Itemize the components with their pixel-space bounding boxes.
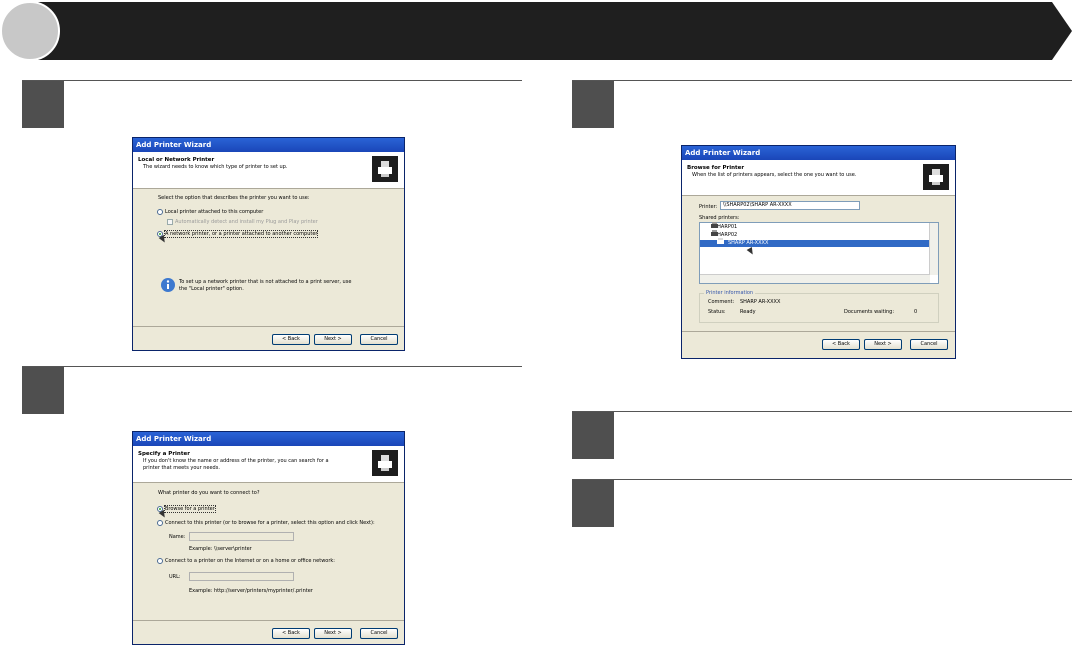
step-divider-4 [572, 411, 1072, 412]
next-button[interactable]: Next > [314, 334, 352, 345]
back-button[interactable]: < Back [272, 334, 310, 345]
button-separator [133, 326, 404, 327]
wizard-dialog-specify-printer: Add Printer Wizard Specify a Printer If … [132, 431, 405, 645]
comment-value: SHARP AR-XXXX [740, 299, 781, 305]
local-printer-label[interactable]: Local printer attached to this computer [165, 209, 263, 215]
connect-label[interactable]: Connect to this printer (or to browse fo… [165, 520, 375, 526]
printer-icon [711, 222, 718, 228]
status-value: Ready [740, 309, 756, 315]
local-printer-radio[interactable] [157, 209, 163, 215]
header-title: Specify a Printer [138, 451, 190, 457]
step-marker-2 [22, 367, 64, 414]
button-separator [133, 620, 404, 621]
auto-detect-label: Automatically detect and install my Plug… [175, 219, 318, 225]
url-example: Example: http://server/printers/myprinte… [189, 588, 313, 594]
step-divider-1 [22, 80, 522, 81]
dialog-header: Browse for Printer When the list of prin… [682, 160, 955, 196]
shared-printers-label: Shared printers: [699, 215, 740, 221]
step-marker-3 [572, 81, 614, 128]
header-subtitle: The wizard needs to know which type of p… [143, 164, 288, 170]
dialog-title: Add Printer Wizard [133, 432, 404, 446]
dialog-title: Add Printer Wizard [682, 146, 955, 160]
cancel-button[interactable]: Cancel [910, 339, 948, 350]
internet-label[interactable]: Connect to a printer on the Internet or … [165, 558, 335, 564]
header-title: Local or Network Printer [138, 157, 215, 163]
printer-icon [717, 238, 724, 244]
name-example: Example: \\server\printer [189, 546, 252, 552]
printer-icon [711, 230, 718, 236]
dialog-title: Add Printer Wizard [133, 138, 404, 152]
step-divider-2 [22, 366, 522, 367]
vertical-scrollbar[interactable] [929, 223, 938, 275]
horizontal-scrollbar[interactable] [700, 274, 930, 283]
info-icon [161, 278, 175, 292]
shared-printers-list[interactable]: SHARP01 SHARP02 SHARP AR-XXXX [699, 222, 939, 284]
info-text: To set up a network printer that is not … [179, 279, 352, 292]
url-field[interactable] [189, 572, 294, 581]
header-banner [0, 1, 1072, 61]
header-title: Browse for Printer [687, 165, 745, 171]
step-marker-4 [572, 412, 614, 459]
wizard-dialog-browse-printer: Add Printer Wizard Browse for Printer Wh… [681, 145, 956, 359]
list-item[interactable]: SHARP02 [700, 232, 929, 239]
step-divider-3 [572, 80, 1072, 81]
cancel-button[interactable]: Cancel [360, 334, 398, 345]
next-button[interactable]: Next > [864, 339, 902, 350]
url-label: URL: [169, 574, 181, 580]
button-separator [682, 331, 955, 332]
comment-label: Comment: [708, 299, 735, 305]
dialog-header: Specify a Printer If you don't know the … [133, 446, 404, 483]
printer-path-field[interactable]: \\SHARP02\SHARP AR-XXXX [720, 201, 860, 210]
next-button[interactable]: Next > [314, 628, 352, 639]
connect-prompt: What printer do you want to connect to? [158, 490, 260, 496]
printer-info-heading: Printer information [704, 290, 756, 296]
header-subtitle: When the list of printers appears, selec… [692, 172, 857, 178]
printer-wizard-icon [372, 156, 398, 182]
step-divider-5 [572, 479, 1072, 480]
network-printer-label[interactable]: A network printer, or a printer attached… [163, 230, 319, 238]
printer-label: Printer: [699, 204, 718, 210]
status-label: Status: [708, 309, 726, 315]
documents-waiting-label: Documents waiting: [844, 309, 895, 315]
printer-wizard-icon [923, 164, 949, 190]
internet-radio[interactable] [157, 558, 163, 564]
printer-wizard-icon [372, 450, 398, 476]
auto-detect-checkbox[interactable] [167, 219, 173, 225]
back-button[interactable]: < Back [822, 339, 860, 350]
header-subtitle: If you don't know the name or address of… [143, 458, 329, 471]
back-button[interactable]: < Back [272, 628, 310, 639]
list-item-selected[interactable]: SHARP AR-XXXX [700, 240, 929, 247]
cancel-button[interactable]: Cancel [360, 628, 398, 639]
select-prompt: Select the option that describes the pri… [158, 195, 310, 201]
wizard-dialog-local-or-network: Add Printer Wizard Local or Network Prin… [132, 137, 405, 351]
browse-label[interactable]: Browse for a printer [164, 505, 216, 513]
connect-radio[interactable] [157, 520, 163, 526]
name-field[interactable] [189, 532, 294, 541]
step-marker-5 [572, 480, 614, 527]
list-item[interactable]: SHARP01 [700, 224, 929, 231]
printer-information-group [699, 293, 939, 323]
name-label: Name: [169, 534, 186, 540]
documents-waiting-value: 0 [914, 309, 918, 315]
step-marker-1 [22, 81, 64, 128]
dialog-header: Local or Network Printer The wizard need… [133, 152, 404, 189]
